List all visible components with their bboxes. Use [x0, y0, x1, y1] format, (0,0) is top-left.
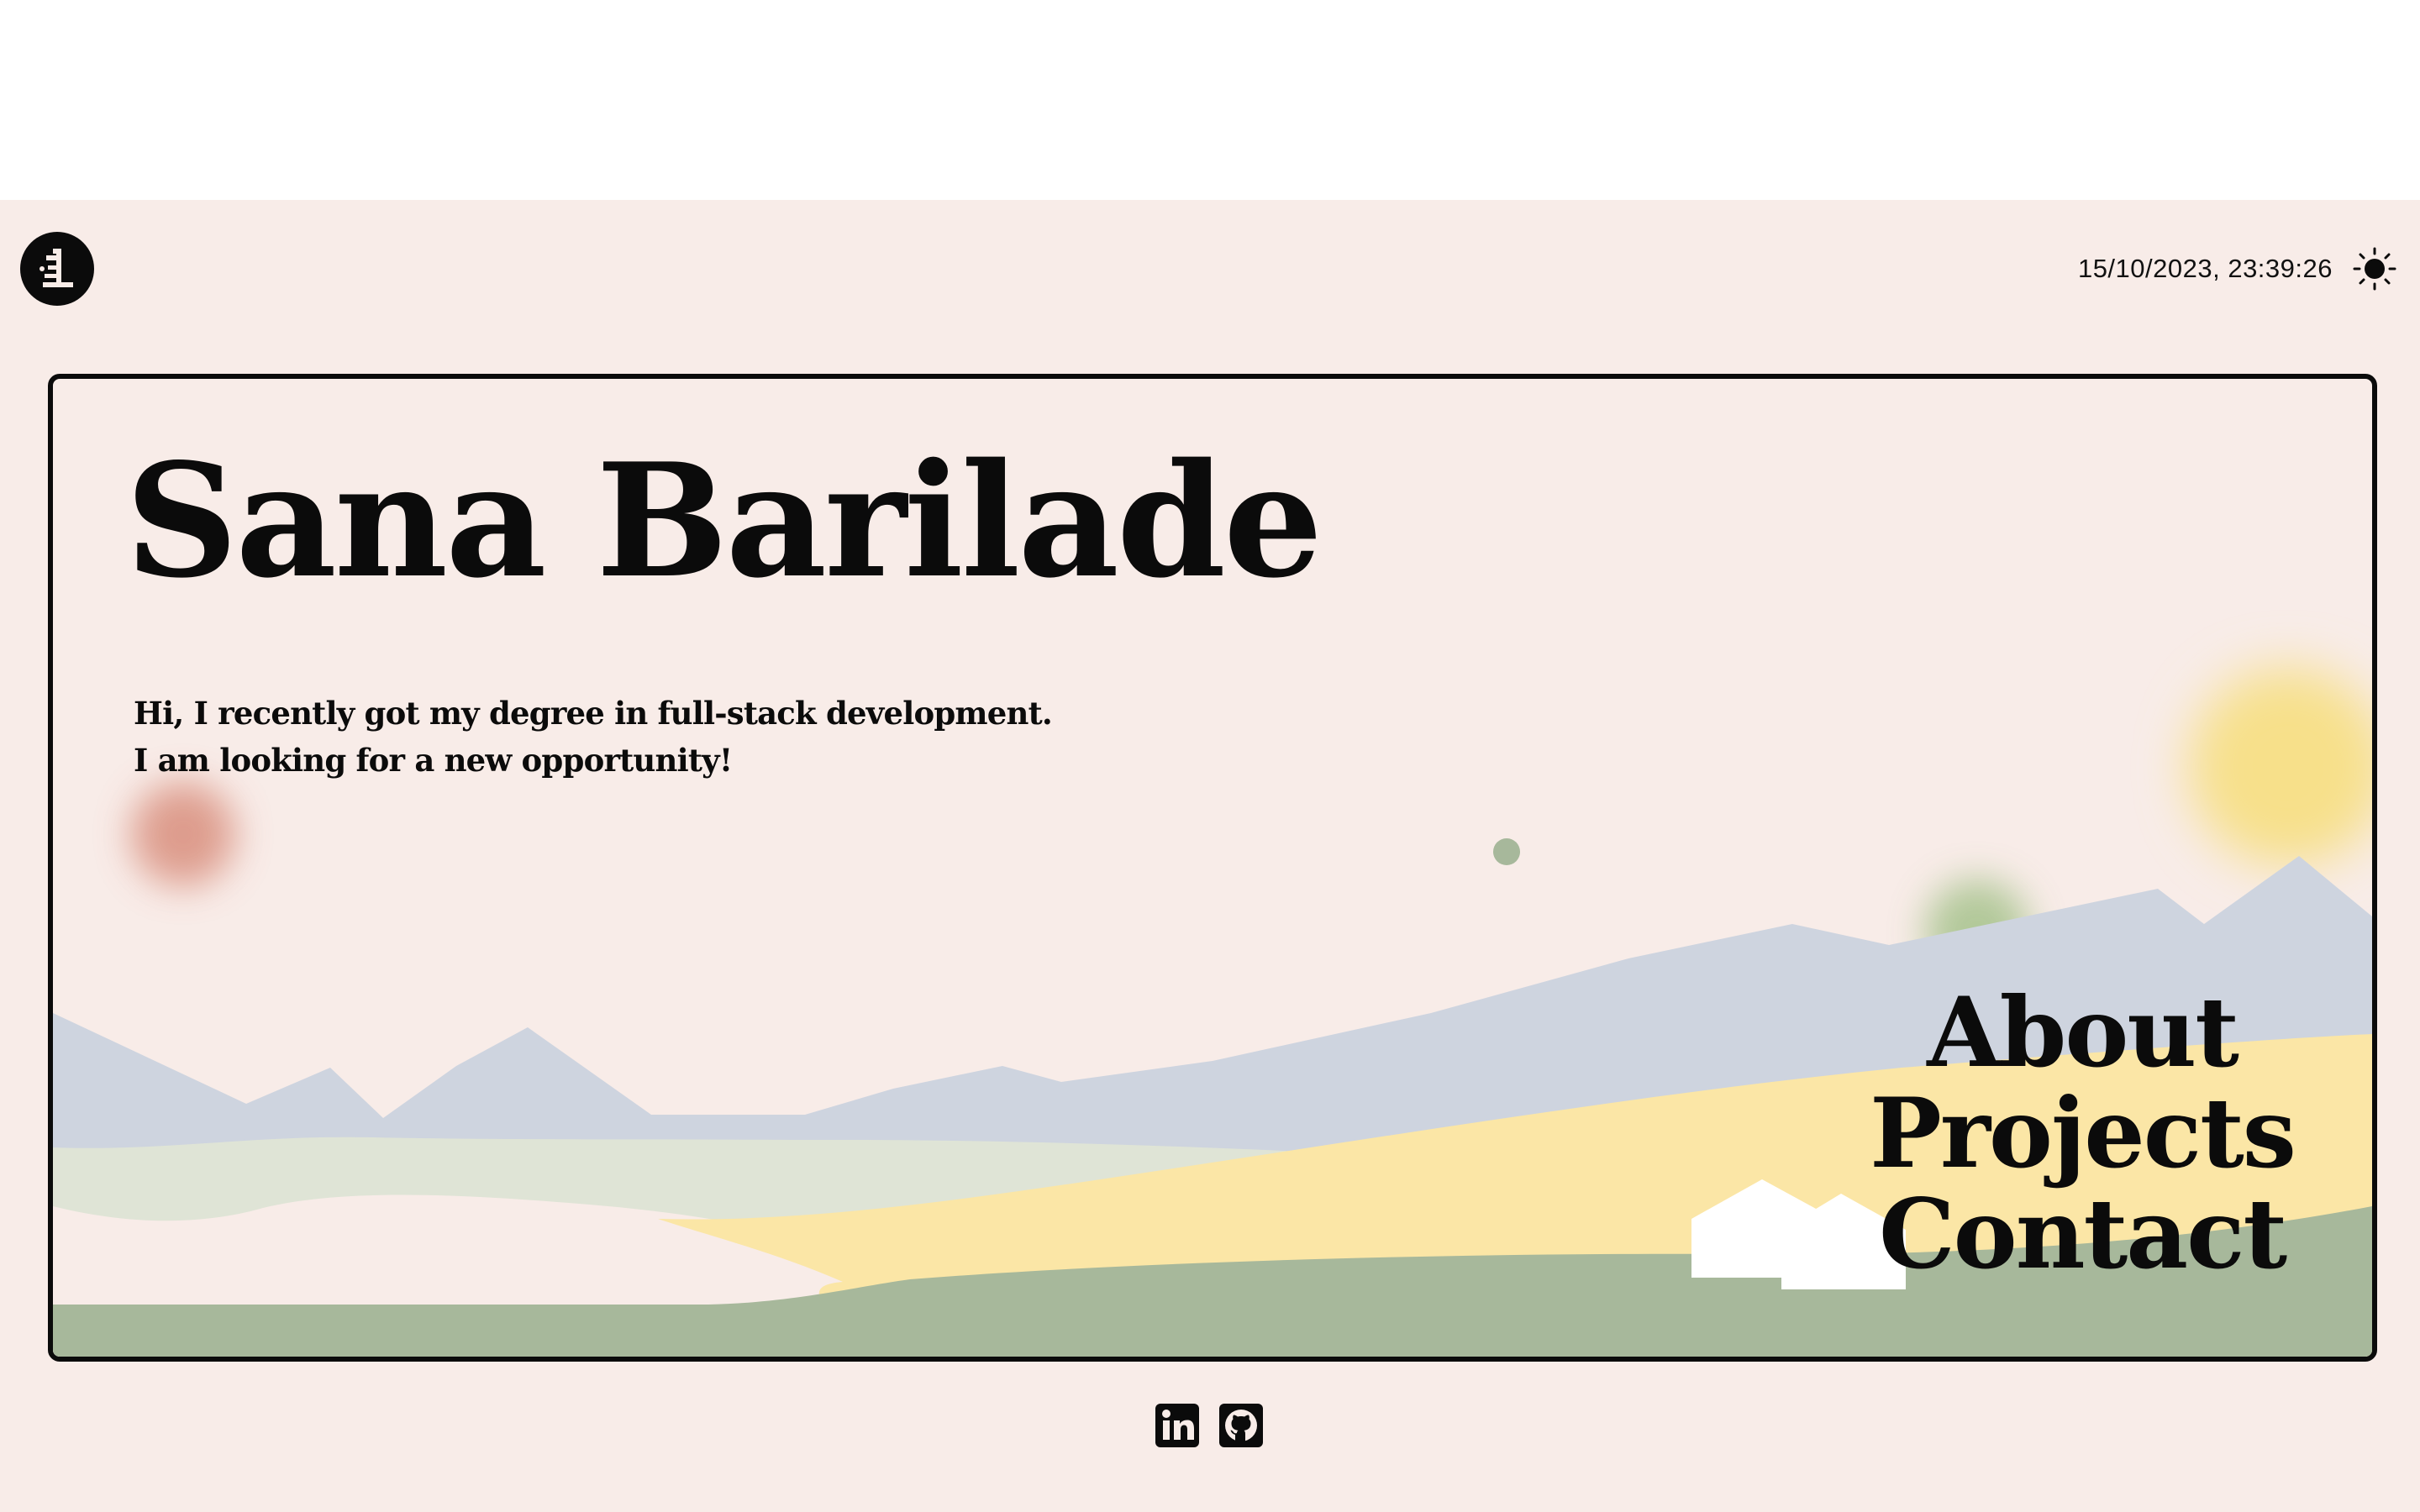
small-green-dot: [1493, 838, 1520, 865]
intro-line-1: Hi, I recently got my degree in full-sta…: [134, 695, 1053, 732]
datetime-clock: 15/10/2023, 23:39:26: [2077, 254, 2333, 283]
github-icon[interactable]: [1219, 1404, 1263, 1447]
hero-name-heading: Sana Barilade: [125, 428, 1323, 612]
intro-line-2: I am looking for a new opportunity!: [134, 742, 733, 779]
hero-card: Sana Barilade Hi, I recently got my degr…: [48, 374, 2377, 1362]
sun-glow: [2189, 668, 2372, 866]
main-nav: About Projects Contact: [1870, 982, 2296, 1284]
nav-link-about[interactable]: About: [1927, 982, 2239, 1083]
theme-toggle-button[interactable]: [2353, 247, 2396, 291]
logo-icon[interactable]: [20, 232, 94, 306]
sun-icon: [2353, 247, 2396, 291]
linkedin-icon[interactable]: [1155, 1404, 1199, 1447]
social-links: [1155, 1404, 1263, 1447]
intro-text: Hi, I recently got my degree in full-sta…: [134, 690, 1053, 784]
red-orb: [131, 782, 235, 886]
nav-link-projects[interactable]: Projects: [1870, 1083, 2296, 1184]
nav-link-contact[interactable]: Contact: [1879, 1184, 2287, 1284]
page-background: 15/10/2023, 23:39:26 Sana Barilade Hi, I…: [0, 200, 2420, 1512]
